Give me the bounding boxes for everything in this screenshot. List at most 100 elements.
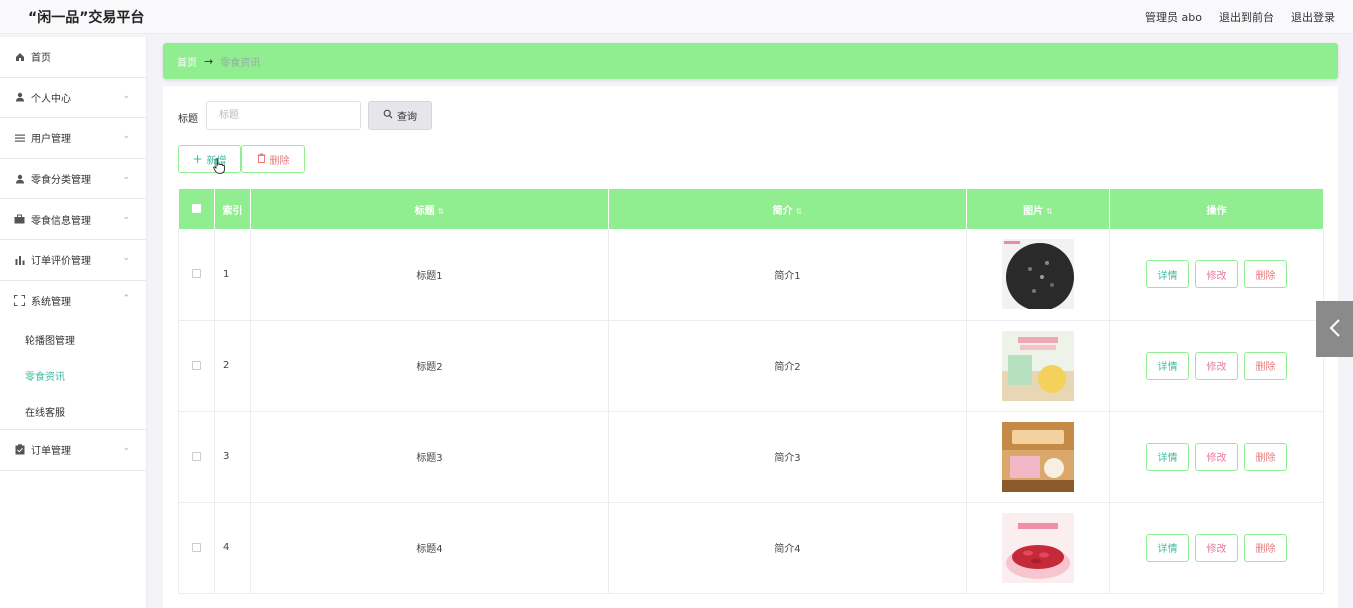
row-select-cell bbox=[178, 320, 215, 412]
delete-button[interactable]: 删除 bbox=[1244, 533, 1287, 562]
select-all-cell bbox=[178, 189, 215, 229]
trash-icon bbox=[257, 153, 266, 166]
edit-button[interactable]: 修改 bbox=[1195, 260, 1238, 289]
sidebar-item-system[interactable]: 系统管理 ⌃ bbox=[0, 281, 146, 322]
edit-button[interactable]: 修改 bbox=[1195, 533, 1238, 562]
row-index: 2 bbox=[214, 320, 251, 412]
column-image[interactable]: 图片 ⇅ bbox=[966, 189, 1110, 229]
clipboard-icon bbox=[13, 444, 26, 455]
breadcrumb: 首页 → 零食资讯 bbox=[163, 43, 1338, 79]
edit-button[interactable]: 修改 bbox=[1195, 351, 1238, 380]
row-intro: 简介2 bbox=[608, 320, 967, 412]
column-intro[interactable]: 简介 ⇅ bbox=[608, 189, 967, 229]
search-icon bbox=[383, 109, 393, 122]
edit-button[interactable]: 修改 bbox=[1195, 442, 1238, 471]
row-ops-cell: 详情 修改 删除 bbox=[1109, 502, 1324, 594]
detail-button[interactable]: 详情 bbox=[1146, 442, 1189, 471]
row-image-cell bbox=[966, 229, 1110, 321]
sidebar-item-snack-category[interactable]: 零食分类管理 ⌄ bbox=[0, 159, 146, 200]
row-checkbox[interactable] bbox=[192, 269, 201, 279]
column-title[interactable]: 标题 ⇅ bbox=[250, 189, 609, 229]
system-submenu: 轮播图管理 零食资讯 在线客服 bbox=[0, 321, 146, 431]
column-title-label: 标题 bbox=[414, 205, 435, 217]
news-table: 索引 标题 ⇅ 简介 ⇅ 图片 ⇅ 操作 1 标题1 简介1 详情 修改 删除 … bbox=[178, 189, 1324, 594]
sidebar-subitem-carousel[interactable]: 轮播图管理 bbox=[0, 321, 146, 357]
row-select-cell bbox=[178, 229, 215, 321]
row-checkbox[interactable] bbox=[192, 360, 201, 370]
query-button[interactable]: 查询 bbox=[368, 101, 432, 130]
row-intro: 简介1 bbox=[608, 229, 967, 321]
home-icon bbox=[13, 52, 26, 62]
table-row: 1 标题1 简介1 详情 修改 删除 bbox=[178, 229, 1324, 321]
list-icon bbox=[13, 133, 26, 143]
sort-icon: ⇅ bbox=[795, 206, 803, 216]
snack-image[interactable] bbox=[1002, 512, 1074, 583]
briefcase-icon bbox=[13, 214, 26, 224]
row-title: 标题2 bbox=[250, 320, 609, 412]
row-select-cell bbox=[178, 502, 215, 594]
sidebar-item-personal-center[interactable]: 个人中心 ⌄ bbox=[0, 78, 146, 119]
detail-button[interactable]: 详情 bbox=[1146, 260, 1189, 289]
sort-icon: ⇅ bbox=[1046, 206, 1053, 216]
row-image-cell bbox=[966, 411, 1110, 503]
breadcrumb-home[interactable]: 首页 bbox=[177, 54, 197, 69]
back-to-front-link[interactable]: 退出到前台 bbox=[1219, 9, 1274, 25]
chevron-up-icon: ⌃ bbox=[122, 293, 130, 304]
user-icon bbox=[13, 92, 26, 102]
row-index: 4 bbox=[214, 502, 251, 594]
detail-button[interactable]: 详情 bbox=[1146, 533, 1189, 562]
sidebar-item-snack-info[interactable]: 零食信息管理 ⌄ bbox=[0, 199, 146, 240]
snack-image[interactable] bbox=[1002, 330, 1074, 401]
panel-toggle-button[interactable] bbox=[1316, 301, 1353, 357]
delete-button[interactable]: 删除 bbox=[1244, 260, 1287, 289]
sidebar-item-label: 首页 bbox=[31, 53, 51, 65]
batch-delete-button[interactable]: 删除 bbox=[241, 145, 305, 173]
row-select-cell bbox=[178, 411, 215, 503]
column-intro-label: 简介 bbox=[772, 205, 793, 217]
sort-icon: ⇅ bbox=[437, 206, 445, 216]
select-all-checkbox[interactable] bbox=[191, 204, 201, 213]
row-index: 1 bbox=[214, 229, 251, 321]
detail-button[interactable]: 详情 bbox=[1146, 351, 1189, 380]
top-right-links: 管理员 abo 退出到前台 退出登录 bbox=[1145, 9, 1335, 25]
sidebar-item-label: 用户管理 bbox=[31, 134, 71, 146]
logout-link[interactable]: 退出登录 bbox=[1291, 9, 1335, 25]
snack-image[interactable] bbox=[1002, 421, 1074, 492]
chevron-down-icon: ⌄ bbox=[122, 90, 130, 101]
top-bar: “闲一品”交易平台 管理员 abo 退出到前台 退出登录 bbox=[0, 0, 1353, 34]
row-intro: 简介3 bbox=[608, 411, 967, 503]
search-label: 标题 bbox=[178, 114, 198, 125]
table-header-row: 索引 标题 ⇅ 简介 ⇅ 图片 ⇅ 操作 bbox=[178, 189, 1324, 229]
table-row: 4 标题4 简介4 详情 修改 删除 bbox=[178, 502, 1324, 594]
sidebar-subitem-snack-news[interactable]: 零食资讯 bbox=[0, 357, 146, 393]
sidebar-item-label: 个人中心 bbox=[31, 93, 71, 105]
sidebar-item-user-management[interactable]: 用户管理 ⌄ bbox=[0, 118, 146, 159]
sidebar-item-home[interactable]: 首页 bbox=[0, 37, 146, 78]
delete-button[interactable]: 删除 bbox=[1244, 351, 1287, 380]
sidebar-item-label: 订单评价管理 bbox=[31, 256, 91, 268]
sidebar-item-order-review[interactable]: 订单评价管理 ⌄ bbox=[0, 240, 146, 281]
admin-label: 管理员 abo bbox=[1145, 11, 1202, 24]
batch-delete-label: 删除 bbox=[269, 155, 290, 167]
breadcrumb-current: 零食资讯 bbox=[220, 57, 261, 69]
row-title: 标题3 bbox=[250, 411, 609, 503]
search-input[interactable] bbox=[206, 101, 361, 130]
row-checkbox[interactable] bbox=[192, 451, 201, 461]
delete-button[interactable]: 删除 bbox=[1244, 442, 1287, 471]
snack-image[interactable] bbox=[1002, 239, 1074, 310]
query-button-label: 查询 bbox=[397, 112, 417, 123]
chevron-down-icon: ⌄ bbox=[122, 443, 130, 454]
row-checkbox[interactable] bbox=[192, 542, 201, 552]
sidebar-subitem-online-service[interactable]: 在线客服 bbox=[0, 393, 146, 429]
chevron-down-icon: ⌄ bbox=[122, 171, 130, 182]
add-button[interactable]: + 新增 bbox=[178, 145, 241, 173]
column-ops: 操作 bbox=[1109, 189, 1324, 229]
table-row: 3 标题3 简介3 详情 修改 删除 bbox=[178, 411, 1324, 503]
row-ops-cell: 详情 修改 删除 bbox=[1109, 320, 1324, 412]
row-image-cell bbox=[966, 320, 1110, 412]
row-title: 标题1 bbox=[250, 229, 609, 321]
chevron-down-icon: ⌄ bbox=[122, 252, 130, 263]
sidebar-item-order-management[interactable]: 订单管理 ⌄ bbox=[0, 430, 146, 471]
sidebar-item-label: 订单管理 bbox=[31, 446, 71, 458]
hand-cursor-icon bbox=[213, 158, 225, 177]
